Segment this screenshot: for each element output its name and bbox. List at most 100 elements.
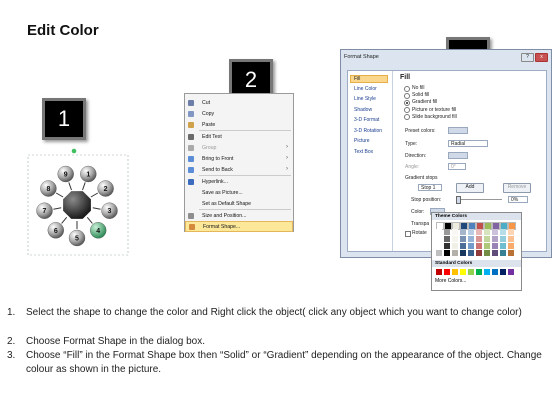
theme-color-swatch[interactable] — [492, 250, 498, 256]
theme-color-swatch[interactable] — [492, 236, 498, 242]
theme-color-swatch[interactable] — [508, 250, 514, 256]
fill-radio[interactable] — [404, 92, 410, 99]
theme-color-swatch[interactable] — [500, 250, 506, 256]
menu-item-save-as-picture[interactable]: Save as Picture... — [185, 188, 293, 199]
theme-color-swatch[interactable] — [452, 243, 458, 249]
theme-color-swatch[interactable] — [484, 243, 490, 249]
menu-item-label: Hyperlink... — [202, 179, 228, 185]
theme-color-swatch[interactable] — [436, 229, 442, 235]
standard-color-swatch[interactable] — [500, 269, 506, 275]
fill-radio[interactable] — [404, 107, 410, 114]
theme-color-swatch[interactable] — [460, 243, 466, 249]
rotate-handle[interactable] — [71, 148, 77, 154]
standard-color-swatch[interactable] — [492, 269, 498, 275]
standard-color-swatch[interactable] — [508, 269, 514, 275]
theme-color-swatch[interactable] — [452, 236, 458, 242]
theme-color-swatch[interactable] — [508, 236, 514, 242]
stop-position-input[interactable]: 0% — [508, 196, 528, 203]
standard-colors-label: Standard Colors — [432, 260, 521, 267]
theme-color-swatch[interactable] — [468, 229, 474, 235]
preset-colors-dropdown[interactable] — [448, 127, 468, 134]
theme-color-swatch[interactable] — [476, 243, 482, 249]
standard-color-swatch[interactable] — [452, 269, 458, 275]
theme-color-swatch[interactable] — [468, 243, 474, 249]
theme-color-swatch[interactable] — [492, 243, 498, 249]
category-fill[interactable]: Fill — [350, 75, 388, 83]
stop-select[interactable]: Stop 1 — [418, 184, 442, 191]
fill-radio[interactable] — [404, 114, 410, 121]
menu-item-edit-text[interactable]: Edit Text — [185, 132, 293, 143]
close-button[interactable]: x — [535, 53, 548, 62]
theme-color-swatch[interactable] — [484, 229, 490, 235]
type-select[interactable]: Radial — [448, 140, 488, 147]
theme-color-swatch[interactable] — [436, 236, 442, 242]
theme-color-swatch[interactable] — [476, 250, 482, 256]
menu-item-set-as-default-shape[interactable]: Set as Default Shape — [185, 199, 293, 210]
menu-item-send-to-back[interactable]: Send to Back › — [185, 165, 293, 176]
theme-color-swatch[interactable] — [484, 250, 490, 256]
theme-color-swatch[interactable] — [444, 250, 450, 256]
category-line-style[interactable]: Line Style — [354, 96, 376, 102]
fill-radio[interactable] — [404, 85, 410, 92]
theme-colors-label: Theme Colors — [432, 213, 521, 220]
theme-color-swatch[interactable] — [460, 236, 466, 242]
category-3-d-rotation[interactable]: 3-D Rotation — [354, 128, 382, 134]
theme-color-swatch[interactable] — [500, 229, 506, 235]
bring-front-icon — [188, 156, 194, 162]
theme-color-swatch[interactable] — [436, 243, 442, 249]
category-text-box[interactable]: Text Box — [354, 149, 373, 155]
direction-dropdown[interactable] — [448, 152, 468, 159]
category-shadow[interactable]: Shadow — [354, 107, 372, 113]
theme-color-swatch[interactable] — [500, 236, 506, 242]
help-button[interactable]: ? — [521, 53, 534, 62]
menu-item-copy[interactable]: Copy — [185, 109, 293, 120]
theme-color-swatch[interactable] — [476, 229, 482, 235]
menu-item-bring-to-front[interactable]: Bring to Front › — [185, 154, 293, 165]
theme-color-swatch[interactable] — [508, 243, 514, 249]
standard-color-swatch[interactable] — [460, 269, 466, 275]
remove-stop-button[interactable]: Remove — [503, 183, 531, 193]
theme-color-swatch[interactable] — [444, 236, 450, 242]
rotate-checkbox[interactable] — [405, 231, 411, 237]
theme-color-swatch[interactable] — [460, 229, 466, 235]
center-shape[interactable] — [63, 191, 91, 219]
menu-item-format-shape[interactable]: Format Shape... — [185, 221, 293, 232]
theme-color-swatch[interactable] — [460, 250, 466, 256]
submenu-arrow-icon: › — [286, 144, 288, 150]
theme-color-swatch[interactable] — [484, 236, 490, 242]
theme-color-swatch[interactable] — [508, 229, 514, 235]
theme-color-swatch[interactable] — [444, 229, 450, 235]
theme-color-swatch[interactable] — [476, 236, 482, 242]
standard-color-swatch[interactable] — [484, 269, 490, 275]
size-icon — [188, 213, 194, 219]
category-3-d-format[interactable]: 3-D Format — [354, 117, 379, 123]
menu-item-group[interactable]: Group › — [185, 143, 293, 154]
stop-position-label: Stop position: — [411, 197, 442, 203]
theme-color-swatch[interactable] — [468, 236, 474, 242]
theme-color-swatch[interactable] — [452, 229, 458, 235]
more-colors-link[interactable]: More Colors... — [435, 278, 466, 284]
angle-input[interactable]: 0° — [448, 163, 466, 170]
add-stop-button[interactable]: Add — [456, 183, 484, 193]
theme-color-swatch[interactable] — [500, 243, 506, 249]
standard-color-swatch[interactable] — [476, 269, 482, 275]
standard-color-swatch[interactable] — [468, 269, 474, 275]
menu-item-hyperlink[interactable]: Hyperlink... — [185, 177, 293, 188]
stop-position-slider[interactable] — [456, 199, 502, 200]
menu-item-cut[interactable]: Cut — [185, 98, 293, 109]
theme-color-swatch[interactable] — [468, 250, 474, 256]
standard-color-swatch[interactable] — [444, 269, 450, 275]
category-picture[interactable]: Picture — [354, 138, 370, 144]
fill-radio[interactable] — [404, 99, 410, 106]
theme-color-swatch[interactable] — [436, 250, 442, 256]
menu-item-paste[interactable]: Paste — [185, 120, 293, 131]
hyperlink-icon — [188, 179, 194, 185]
standard-color-swatch[interactable] — [436, 269, 442, 275]
theme-color-swatch[interactable] — [492, 229, 498, 235]
circle-diagram[interactable]: 9 1 2 3 4 5 6 7 8 — [22, 145, 132, 260]
menu-item-label: Save as Picture... — [202, 190, 243, 196]
category-line-color[interactable]: Line Color — [354, 86, 377, 92]
theme-color-swatch[interactable] — [452, 250, 458, 256]
theme-color-swatch[interactable] — [444, 243, 450, 249]
slider-thumb[interactable] — [456, 196, 461, 204]
